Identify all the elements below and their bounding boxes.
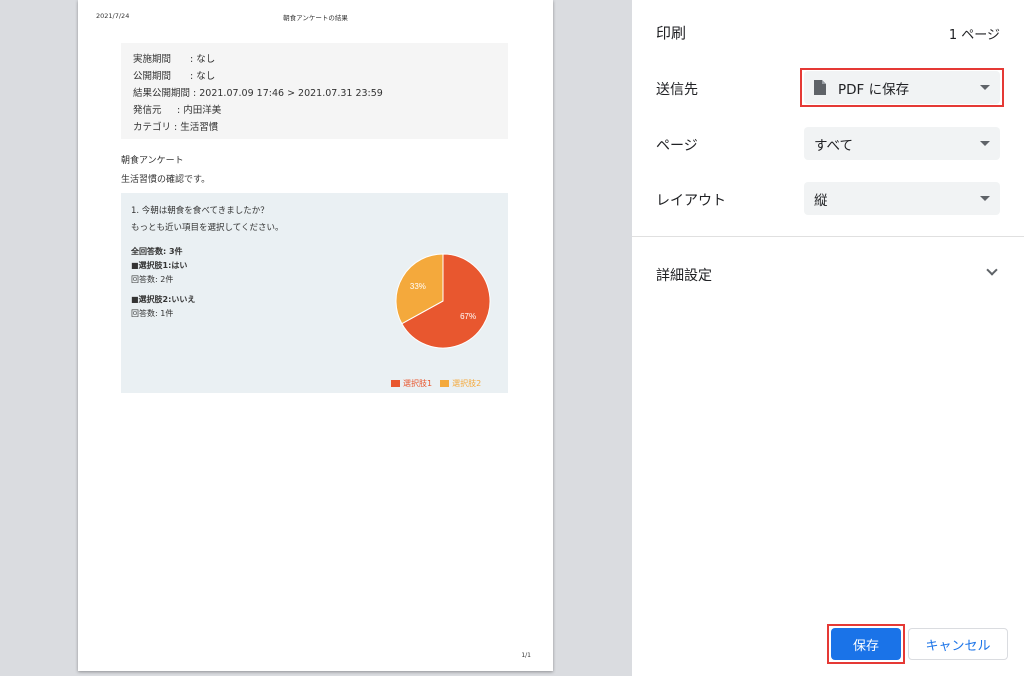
legend-swatch	[440, 380, 450, 387]
option1-label: ■選択肢1:はい	[131, 261, 188, 270]
meta-row: カテゴリ : 生活習慣	[133, 119, 496, 136]
question-title: 1. 今朝は朝食を食べてきましたか？	[131, 206, 269, 216]
pages-select[interactable]: すべて	[804, 127, 1000, 160]
pie-slice-label: 33%	[410, 282, 426, 291]
total-answers: 全回答数: 3件	[131, 247, 183, 256]
layout-value: 縦	[814, 192, 828, 209]
meta-key: 発信元	[133, 105, 172, 116]
layout-label: レイアウト	[656, 193, 726, 209]
chevron-down-icon	[980, 85, 990, 90]
survey-description: 生活習慣の確認です。	[121, 175, 211, 185]
option1-count: 回答数: 2件	[131, 275, 174, 284]
destination-label: 送信先	[656, 82, 698, 98]
chevron-down-icon[interactable]	[986, 264, 998, 276]
pie-slice-label: 67%	[460, 312, 476, 321]
destination-select[interactable]: PDF に保存	[804, 71, 1000, 104]
meta-row: 実施期間 : なし	[133, 51, 496, 68]
print-settings-panel: 印刷 1 ページ 送信先 PDF に保存 ページ すべて レイアウト 縦 詳細設…	[632, 0, 1024, 676]
more-settings-toggle[interactable]: 詳細設定	[656, 265, 712, 285]
page-count: 1 ページ	[948, 28, 1000, 43]
pages-value: すべて	[814, 137, 854, 154]
page-header-title: 朝食アンケートの結果	[283, 14, 348, 22]
meta-key: 公開期間	[133, 71, 191, 82]
meta-key: 実施期間	[133, 54, 191, 65]
save-button[interactable]: 保存	[831, 628, 901, 660]
meta-value: : 2021.07.09 17:46 > 2021.07.31 23:59	[190, 88, 383, 99]
pages-label: ページ	[656, 138, 698, 154]
meta-row: 公開期間 : なし	[133, 68, 496, 85]
legend-label: 選択肢1	[403, 379, 433, 388]
cancel-button[interactable]: キャンセル	[908, 628, 1008, 660]
meta-value: : 生活習慣	[171, 122, 219, 133]
legend-item: 選択肢1	[391, 378, 432, 389]
chevron-down-icon	[980, 196, 990, 201]
question-stats: 全回答数: 3件 ■選択肢1:はい 回答数: 2件 ■選択肢2:いいえ 回答数:…	[131, 245, 195, 321]
pie-chart: 67% 33%	[395, 253, 491, 349]
survey-title: 朝食アンケート	[121, 156, 184, 166]
divider	[632, 236, 1024, 237]
chevron-down-icon	[980, 141, 990, 146]
meta-key: カテゴリ	[133, 122, 172, 133]
print-preview-area: 2021/7/24 朝食アンケートの結果 実施期間 : なし 公開期間 : なし…	[0, 0, 632, 676]
meta-value: : なし	[190, 71, 216, 82]
meta-value: : なし	[190, 54, 216, 65]
document-icon	[814, 80, 826, 95]
meta-row: 結果公開期間 : 2021.07.09 17:46 > 2021.07.31 2…	[133, 85, 496, 102]
meta-row: 発信元 : 内田洋美	[133, 102, 496, 119]
legend-label: 選択肢2	[452, 379, 482, 388]
option2-count: 回答数: 1件	[131, 309, 174, 318]
layout-select[interactable]: 縦	[804, 182, 1000, 215]
legend-item: 選択肢2	[440, 378, 481, 389]
survey-meta-box: 実施期間 : なし 公開期間 : なし 結果公開期間 : 2021.07.09 …	[121, 43, 508, 139]
legend-swatch	[391, 380, 400, 387]
meta-key: 結果公開期間	[133, 88, 191, 99]
panel-title: 印刷	[656, 24, 687, 42]
question-instruction: もっとも近い項目を選択してください。	[131, 223, 284, 233]
meta-value: : 内田洋美	[171, 105, 222, 116]
page-number: 1/1	[521, 652, 531, 659]
destination-value: PDF に保存	[838, 81, 910, 98]
preview-page: 2021/7/24 朝食アンケートの結果 実施期間 : なし 公開期間 : なし…	[78, 0, 553, 671]
option2-label: ■選択肢2:いいえ	[131, 295, 196, 304]
question-box: 1. 今朝は朝食を食べてきましたか？ もっとも近い項目を選択してください。 全回…	[121, 193, 508, 393]
chart-legend: 選択肢1 選択肢2	[391, 378, 481, 389]
